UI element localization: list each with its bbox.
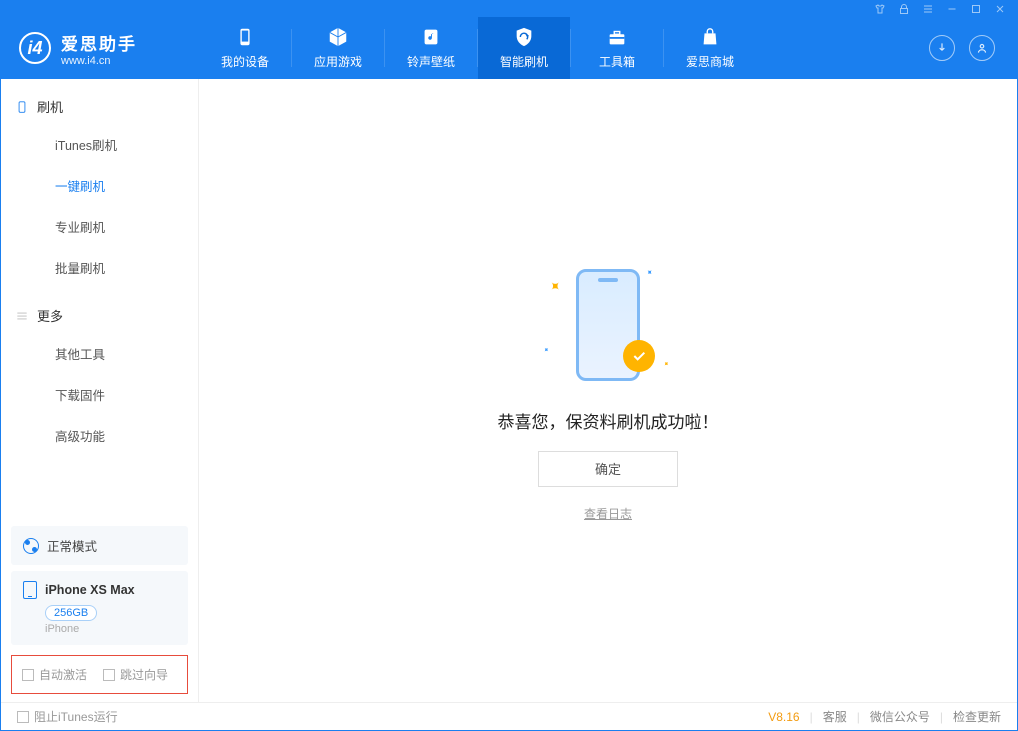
device-name: iPhone XS Max (45, 583, 135, 597)
group-label: 更多 (37, 306, 63, 325)
spark-icon: ✦ (541, 345, 551, 355)
nav-label: 爱思商城 (686, 53, 734, 70)
sidebar-item-advanced[interactable]: 高级功能 (1, 415, 198, 456)
checkbox-label: 跳过向导 (120, 666, 168, 683)
music-icon (420, 26, 442, 48)
body: 刷机 iTunes刷机 一键刷机 专业刷机 批量刷机 更多 其他工具 下载固件 … (1, 79, 1017, 702)
nav-tools[interactable]: 工具箱 (571, 17, 663, 79)
app-title: 爱思助手 (61, 30, 137, 55)
nav-label: 我的设备 (221, 53, 269, 70)
lock-icon[interactable] (897, 2, 911, 16)
spark-icon: ✦ (661, 359, 671, 369)
nav-apps[interactable]: 应用游戏 (292, 17, 384, 79)
main-content: ✦ ✦ ✦ ✦ 恭喜您，保资料刷机成功啦！ 确定 查看日志 (199, 79, 1017, 702)
header: i4 爱思助手 www.i4.cn 我的设备 应用游戏 铃声壁纸 (1, 17, 1017, 79)
nav-ring[interactable]: 铃声壁纸 (385, 17, 477, 79)
device-mode[interactable]: 正常模式 (11, 526, 188, 565)
group-label: 刷机 (37, 97, 63, 116)
device-card[interactable]: iPhone XS Max 256GB iPhone (11, 571, 188, 645)
nav-store[interactable]: 爱思商城 (664, 17, 756, 79)
sidebar-item-onekey[interactable]: 一键刷机 (1, 165, 198, 206)
toolbox-icon (606, 26, 628, 48)
sidebar-item-batch[interactable]: 批量刷机 (1, 247, 198, 288)
skip-guide-checkbox[interactable]: 跳过向导 (103, 666, 168, 683)
footer: 阻止iTunes运行 V8.16 | 客服 | 微信公众号 | 检查更新 (1, 702, 1017, 730)
check-update-link[interactable]: 检查更新 (953, 708, 1001, 725)
mode-label: 正常模式 (47, 536, 97, 555)
options-row: 自动激活 跳过向导 (11, 655, 188, 694)
nav: 我的设备 应用游戏 铃声壁纸 智能刷机 工具箱 (199, 17, 756, 79)
header-actions (929, 35, 1017, 61)
app-site: www.i4.cn (61, 55, 137, 67)
nav-label: 智能刷机 (500, 53, 548, 70)
block-itunes-checkbox[interactable]: 阻止iTunes运行 (17, 708, 118, 725)
sidebar: 刷机 iTunes刷机 一键刷机 专业刷机 批量刷机 更多 其他工具 下载固件 … (1, 79, 199, 702)
nav-device[interactable]: 我的设备 (199, 17, 291, 79)
logo-icon: i4 (19, 32, 51, 64)
separator: | (857, 710, 860, 724)
version-label: V8.16 (768, 710, 799, 724)
nav-flash[interactable]: 智能刷机 (478, 17, 570, 79)
separator: | (810, 710, 813, 724)
sidebar-item-pro[interactable]: 专业刷机 (1, 206, 198, 247)
device-capacity: 256GB (45, 605, 97, 621)
minimize-icon[interactable] (945, 2, 959, 16)
nav-label: 工具箱 (599, 53, 635, 70)
success-illustration: ✦ ✦ ✦ ✦ (543, 260, 673, 390)
device-type: iPhone (45, 623, 176, 635)
logo-text: 爱思助手 www.i4.cn (61, 30, 137, 67)
success-check-icon (623, 340, 655, 372)
menu-icon[interactable] (921, 2, 935, 16)
view-log-link[interactable]: 查看日志 (584, 505, 632, 522)
tshirt-icon[interactable] (873, 2, 887, 16)
spark-icon: ✦ (644, 266, 655, 277)
sidebar-item-other[interactable]: 其他工具 (1, 333, 198, 374)
phone-icon (234, 26, 256, 48)
shield-refresh-icon (513, 26, 535, 48)
list-icon (15, 309, 29, 323)
spark-icon: ✦ (545, 276, 565, 296)
logo[interactable]: i4 爱思助手 www.i4.cn (19, 30, 199, 67)
auto-activate-checkbox[interactable]: 自动激活 (22, 666, 87, 683)
separator: | (940, 710, 943, 724)
sidebar-item-firmware[interactable]: 下载固件 (1, 374, 198, 415)
bag-icon (699, 26, 721, 48)
wechat-link[interactable]: 微信公众号 (870, 708, 930, 725)
success-message: 恭喜您，保资料刷机成功啦！ (498, 408, 719, 433)
sidebar-group-flash[interactable]: 刷机 (1, 79, 198, 124)
close-icon[interactable] (993, 2, 1007, 16)
mode-icon (23, 538, 39, 554)
footer-right: V8.16 | 客服 | 微信公众号 | 检查更新 (768, 708, 1001, 725)
sidebar-bottom: 正常模式 iPhone XS Max 256GB iPhone 自动激活 (1, 520, 198, 702)
sidebar-item-itunes[interactable]: iTunes刷机 (1, 124, 198, 165)
nav-label: 铃声壁纸 (407, 53, 455, 70)
checkbox-icon (22, 669, 34, 681)
support-link[interactable]: 客服 (823, 708, 847, 725)
phone-icon (23, 581, 37, 599)
ok-button[interactable]: 确定 (538, 451, 678, 487)
checkbox-icon (103, 669, 115, 681)
device-icon (15, 100, 29, 114)
titlebar (1, 1, 1017, 17)
sidebar-group-more[interactable]: 更多 (1, 288, 198, 333)
app-window: i4 爱思助手 www.i4.cn 我的设备 应用游戏 铃声壁纸 (0, 0, 1018, 731)
nav-label: 应用游戏 (314, 53, 362, 70)
user-button[interactable] (969, 35, 995, 61)
checkbox-label: 自动激活 (39, 666, 87, 683)
maximize-icon[interactable] (969, 2, 983, 16)
checkbox-label: 阻止iTunes运行 (34, 708, 118, 725)
checkbox-icon (17, 711, 29, 723)
cube-icon (327, 26, 349, 48)
download-button[interactable] (929, 35, 955, 61)
